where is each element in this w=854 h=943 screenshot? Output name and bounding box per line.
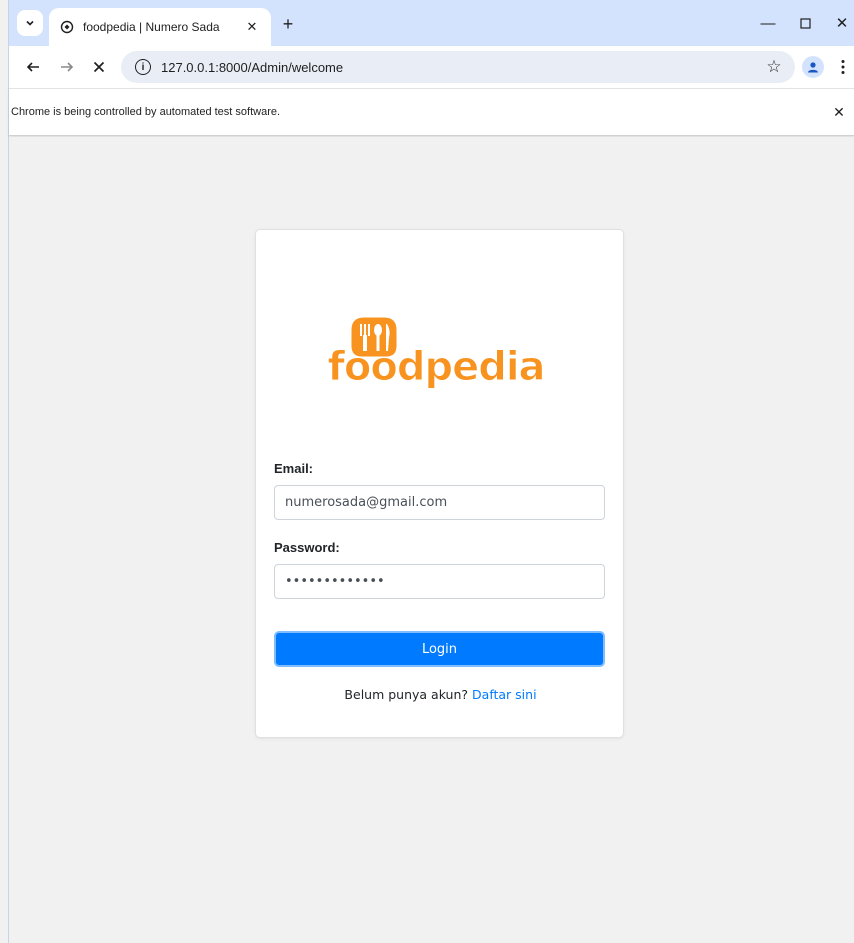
login-button[interactable]: Login [274, 631, 605, 667]
address-bar[interactable]: i 127.0.0.1:8000/Admin/welcome ☆ [121, 51, 795, 83]
bookmark-star-icon[interactable]: ☆ [763, 56, 785, 78]
browser-menu-icon[interactable] [835, 56, 851, 78]
automation-infobar: Chrome is being controlled by automated … [9, 88, 854, 136]
register-prompt-text: Belum punya akun? [344, 687, 469, 702]
stop-loading-icon[interactable] [87, 55, 111, 79]
password-input[interactable] [274, 564, 605, 599]
browser-tab[interactable]: foodpedia | Numero Sada ✕ [49, 8, 271, 46]
browser-window: foodpedia | Numero Sada ✕ + — ✕ i 127.0.… [8, 0, 854, 943]
logo-wordmark: foodpedia [327, 344, 544, 390]
tab-search-button[interactable] [17, 10, 43, 36]
chevron-down-icon [26, 20, 34, 26]
page-content: foodpedia Email: Password: Login Belum p… [9, 137, 854, 943]
forward-icon[interactable] [55, 55, 79, 79]
profile-avatar-icon[interactable] [802, 56, 824, 78]
password-label: Password: [274, 540, 340, 555]
new-tab-button[interactable]: + [277, 13, 299, 35]
login-card: foodpedia Email: Password: Login Belum p… [255, 229, 624, 738]
maximize-icon[interactable] [794, 12, 816, 34]
register-link[interactable]: Daftar sini [472, 687, 537, 702]
site-info-icon[interactable]: i [135, 59, 151, 75]
foodpedia-logo: foodpedia [327, 314, 546, 391]
minimize-icon[interactable]: — [757, 12, 779, 34]
email-input[interactable] [274, 485, 605, 520]
infobar-close-icon[interactable]: ✕ [830, 103, 848, 121]
infobar-text: Chrome is being controlled by automated … [11, 106, 281, 118]
tab-strip: foodpedia | Numero Sada ✕ + — ✕ [9, 0, 854, 46]
tab-close-icon[interactable]: ✕ [243, 18, 261, 36]
loading-favicon-icon [59, 19, 75, 35]
close-window-icon[interactable]: ✕ [831, 12, 853, 34]
browser-toolbar: i 127.0.0.1:8000/Admin/welcome ☆ [9, 46, 854, 88]
tab-title: foodpedia | Numero Sada [83, 20, 220, 34]
register-prompt: Belum punya akun? Daftar sini [256, 687, 625, 702]
back-icon[interactable] [21, 55, 45, 79]
email-label: Email: [274, 461, 314, 476]
url-text: 127.0.0.1:8000/Admin/welcome [161, 59, 344, 75]
